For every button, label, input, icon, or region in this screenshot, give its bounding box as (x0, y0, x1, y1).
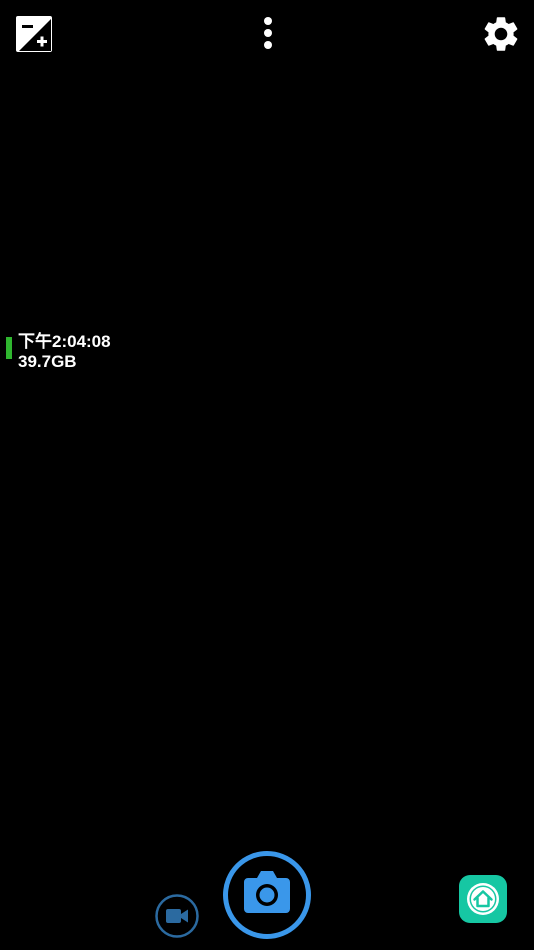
settings-button[interactable] (480, 13, 522, 55)
info-text: 下午2:04:08 39.7GB (18, 332, 111, 372)
free-storage-label: 39.7GB (18, 352, 77, 371)
camera-icon (223, 851, 311, 939)
switch-video-button[interactable] (155, 894, 199, 938)
bottom-controls (0, 840, 534, 950)
exposure-compensation-button[interactable] (14, 14, 54, 54)
home-button[interactable] (458, 874, 508, 924)
gear-icon (484, 17, 518, 51)
video-camera-icon (155, 894, 199, 938)
exposure-plus-minus-icon (16, 16, 52, 52)
top-toolbar (0, 0, 534, 70)
camera-viewfinder[interactable] (0, 0, 534, 950)
shutter-button[interactable] (222, 850, 312, 940)
home-icon (459, 875, 507, 923)
current-time-label: 下午2:04:08 (18, 332, 111, 351)
more-options-button[interactable] (252, 14, 284, 54)
more-vertical-icon (264, 17, 272, 49)
storage-indicator-bar (6, 337, 12, 359)
